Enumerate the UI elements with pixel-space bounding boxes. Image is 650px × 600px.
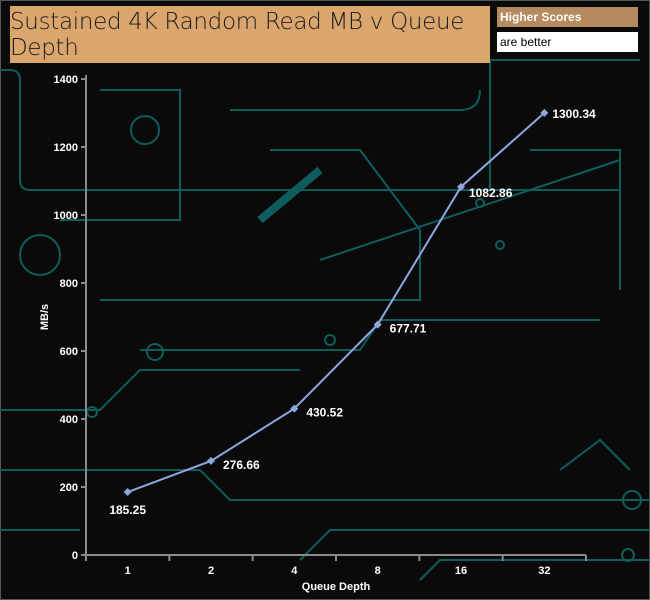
y-tick-label: 200: [60, 482, 78, 494]
x-tick-label: 8: [375, 565, 381, 577]
x-tick-label: 16: [455, 565, 467, 577]
y-tick-label: 600: [60, 346, 78, 358]
series-line: [127, 112, 545, 493]
y-tick-label: 400: [60, 414, 78, 426]
y-axis-title: MB/s: [39, 304, 51, 330]
y-tick-label: 1400: [54, 74, 78, 86]
data-label: 677.71: [390, 322, 427, 336]
y-tick-label: 0: [72, 550, 78, 562]
y-tick-label: 1200: [54, 142, 78, 154]
y-tick-label: 800: [60, 278, 78, 290]
x-tick-label: 32: [538, 565, 550, 577]
data-label: 185.25: [109, 503, 146, 517]
data-label: 276.66: [223, 458, 260, 472]
data-label: 1300.34: [552, 107, 596, 121]
data-point: [123, 488, 132, 497]
x-axis-title: Queue Depth: [302, 581, 371, 593]
x-tick-label: 4: [291, 565, 298, 577]
x-tick-label: 1: [125, 565, 131, 577]
y-tick-label: 1000: [54, 210, 78, 222]
data-label: 430.52: [306, 406, 343, 420]
x-tick-label: 2: [208, 565, 214, 577]
data-label: 1082.86: [469, 186, 513, 200]
line-chart: 0 200 400 600 800 1000 1200 1400 1 2 4 8 16 32 Queue D…: [39, 74, 596, 593]
